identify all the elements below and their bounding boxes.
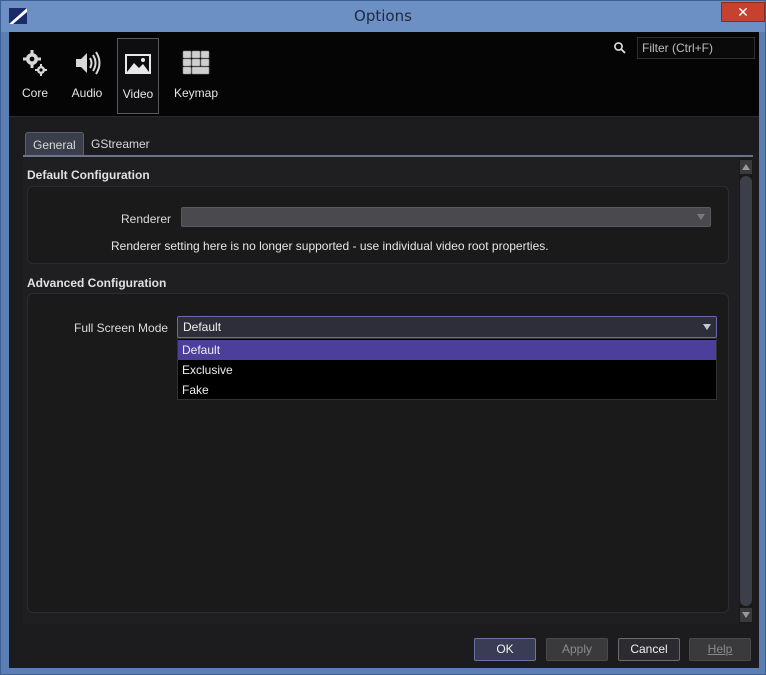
toolbar-item-audio[interactable]: Audio — [65, 38, 109, 114]
general-panel: Default Configuration Renderer Renderer … — [23, 158, 739, 624]
fullscreen-mode-select[interactable]: Default — [177, 316, 717, 338]
speaker-icon — [76, 51, 101, 75]
apply-button[interactable]: Apply — [546, 638, 608, 661]
toolbar-item-keymap[interactable]: Keymap — [169, 38, 223, 114]
renderer-note: Renderer setting here is no longer suppo… — [111, 239, 549, 253]
client-area: Core Audio Video Keymap Filter (Ctrl+F) … — [9, 32, 759, 668]
help-button[interactable]: Help — [689, 638, 751, 661]
renderer-label: Renderer — [121, 212, 172, 226]
toolbar-item-label: Audio — [71, 86, 103, 100]
filter-box — [613, 37, 755, 59]
fullscreen-mode-label: Full Screen Mode — [74, 321, 169, 335]
options-window: Options ✕ Core Audio Video Keymap Filter… — [0, 0, 766, 675]
dropdown-option-fake[interactable]: Fake — [178, 380, 716, 400]
vertical-scrollbar[interactable] — [739, 158, 753, 624]
gears-icon — [23, 50, 47, 76]
chevron-down-icon — [697, 214, 705, 220]
scroll-up-button[interactable] — [740, 160, 752, 174]
scroll-thumb[interactable] — [740, 176, 752, 606]
dropdown-option-exclusive[interactable]: Exclusive — [178, 360, 716, 380]
image-icon — [125, 54, 151, 74]
search-icon — [614, 42, 626, 54]
toolbar-item-label: Keymap — [173, 86, 219, 100]
chevron-down-icon — [703, 324, 711, 330]
advanced-config-title: Advanced Configuration — [27, 276, 167, 290]
toolbar-item-video[interactable]: Video — [117, 38, 159, 114]
tab-general[interactable]: General — [25, 132, 84, 156]
ok-button[interactable]: OK — [474, 638, 536, 661]
fullscreen-mode-value: Default — [183, 320, 222, 334]
close-button[interactable]: ✕ — [721, 2, 765, 22]
fullscreen-mode-dropdown: Default Exclusive Fake — [177, 338, 717, 400]
title-bar[interactable]: Options ✕ — [1, 1, 765, 32]
toolbar-item-label: Video — [122, 87, 154, 101]
renderer-select[interactable] — [181, 207, 711, 227]
tab-divider — [23, 155, 753, 157]
keyboard-icon — [182, 50, 210, 75]
tab-gstreamer[interactable]: GStreamer — [84, 132, 157, 156]
window-title: Options — [354, 7, 412, 25]
category-toolbar: Core Audio Video Keymap Filter (Ctrl+F) — [9, 32, 759, 117]
dropdown-option-default[interactable]: Default — [178, 340, 716, 360]
default-config-group: Renderer Renderer setting here is no lon… — [27, 186, 729, 264]
filter-input[interactable] — [637, 37, 755, 59]
scroll-down-button[interactable] — [740, 608, 752, 622]
toolbar-item-core[interactable]: Core — [13, 38, 57, 114]
toolbar-item-label: Core — [21, 86, 48, 100]
default-config-title: Default Configuration — [27, 168, 150, 182]
cancel-button[interactable]: Cancel — [618, 638, 680, 661]
arrow-up-icon — [742, 164, 750, 170]
arrow-down-icon — [742, 612, 750, 618]
advanced-config-group: Full Screen Mode SOFTPEDIA Default Defau… — [27, 293, 729, 613]
